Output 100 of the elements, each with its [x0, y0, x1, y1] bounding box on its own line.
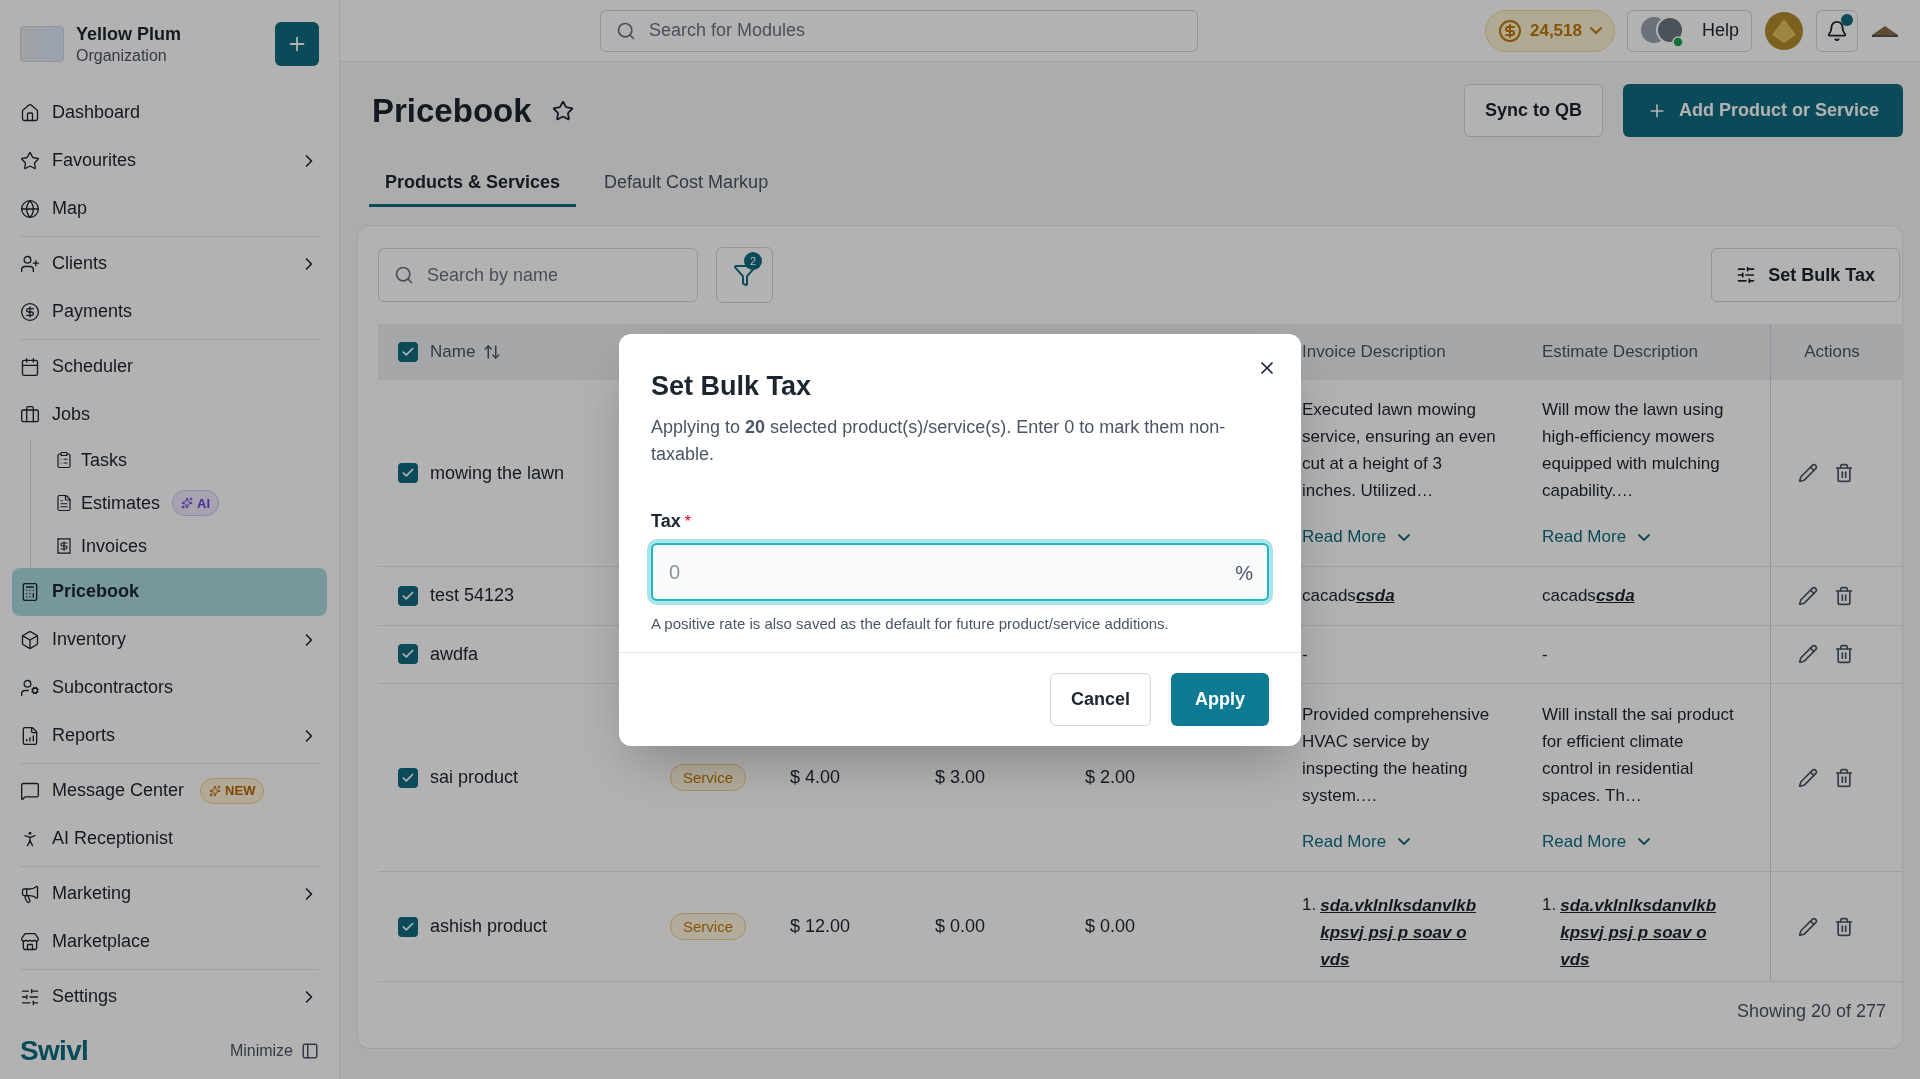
help-button[interactable]: Help	[1626, 9, 1752, 52]
sidebar-item[interactable]: Subcontractors	[12, 663, 327, 712]
checkbox[interactable]	[398, 463, 418, 483]
minimize-button[interactable]: Minimize	[229, 1039, 319, 1064]
sidebar-subitem[interactable]: Estimates AI	[55, 481, 319, 525]
price-cell: $ 0.00	[935, 916, 986, 936]
edit-icon[interactable]	[1798, 585, 1818, 606]
sidebar-item[interactable]: Jobs	[12, 390, 327, 439]
description-link[interactable]: csda	[1595, 586, 1635, 605]
sidebar-label: Marketing	[52, 882, 132, 906]
product-name: awdfa	[430, 643, 479, 664]
checkbox[interactable]	[398, 767, 418, 788]
read-more-link[interactable]: Read More	[1542, 524, 1651, 550]
cancel-button[interactable]: Cancel	[1049, 672, 1151, 726]
avatar-icon	[1764, 10, 1804, 51]
star-icon	[20, 150, 40, 171]
edit-icon[interactable]	[1798, 463, 1818, 483]
feature-badge: AI	[172, 490, 220, 517]
description-link[interactable]: csda	[1355, 586, 1395, 605]
user-gear-icon	[20, 677, 40, 698]
chevron-down-icon	[1398, 533, 1411, 541]
notifications-button[interactable]	[1816, 9, 1858, 52]
organization-name: Yellow Plum	[76, 23, 183, 46]
tab[interactable]: Default Cost Markup	[588, 161, 785, 207]
checkbox[interactable]	[398, 342, 418, 362]
sidebar-label: Estimates	[81, 491, 161, 515]
sidebar-item[interactable]: Payments	[12, 287, 327, 336]
panel-icon	[301, 1042, 319, 1061]
description-text: cacadscsda	[1302, 585, 1396, 607]
sidebar-label: Marketplace	[52, 930, 151, 954]
sidebar-item[interactable]: Pricebook	[12, 567, 327, 616]
apply-button[interactable]: Apply	[1171, 672, 1269, 726]
delete-icon[interactable]	[1834, 916, 1854, 937]
sidebar-item[interactable]: Settings	[12, 972, 327, 1021]
description-text: -	[1302, 643, 1309, 666]
brand-logo: Swivl	[20, 1034, 89, 1069]
clipboard-icon	[55, 451, 73, 470]
read-more-link[interactable]: Read More	[1542, 828, 1651, 855]
price-cell: $ 4.00	[790, 767, 841, 787]
column-header: Actions	[1804, 341, 1860, 364]
sidebar-item[interactable]: Marketplace	[12, 917, 327, 966]
star-icon[interactable]	[551, 99, 574, 122]
search-icon	[616, 20, 636, 41]
type-tag: Service	[670, 912, 747, 940]
delete-icon[interactable]	[1834, 644, 1854, 665]
delete-icon[interactable]	[1834, 463, 1854, 483]
sidebar-label: Payments	[52, 300, 133, 324]
cube-icon	[20, 629, 40, 650]
sidebar-subitem[interactable]: Tasks	[55, 438, 319, 482]
chevron-down-icon	[1638, 838, 1651, 845]
edit-icon[interactable]	[1798, 767, 1818, 788]
filter-icon	[732, 263, 757, 287]
filter-button[interactable]: 2	[716, 247, 773, 303]
delete-icon[interactable]	[1834, 767, 1854, 788]
add-product-button[interactable]: Add Product or Service	[1622, 84, 1903, 137]
sidebar-item[interactable]: Inventory	[12, 615, 327, 664]
description-link[interactable]: sda.vklnlksdanvlkb kpsvj psj p soav o vds	[1320, 892, 1498, 973]
add-button[interactable]	[275, 22, 319, 67]
sidebar-item[interactable]: Dashboard	[12, 88, 327, 137]
sidebar-item[interactable]: Reports	[12, 711, 327, 760]
sync-button[interactable]: Sync to QB	[1463, 84, 1603, 137]
description-link[interactable]: sda.vklnlksdanvlkb kpsvj psj p soav o vds	[1560, 892, 1738, 973]
tab[interactable]: Products & Services	[369, 161, 577, 207]
sidebar-item[interactable]: AI Receptionist	[12, 814, 327, 863]
read-more-link[interactable]: Read More	[1302, 524, 1411, 550]
delete-icon[interactable]	[1834, 585, 1854, 606]
sidebar-item[interactable]: Favourites	[12, 136, 327, 185]
module-search-field[interactable]: Search for Modules	[600, 9, 1198, 52]
coin-icon	[1497, 18, 1522, 43]
user-plus-icon	[20, 253, 40, 274]
briefcase-icon	[20, 404, 40, 425]
checkbox[interactable]	[398, 644, 418, 665]
document-icon	[55, 494, 73, 513]
read-more-link[interactable]: Read More	[1302, 828, 1411, 855]
sidebar-item[interactable]: Marketing	[12, 869, 327, 918]
edit-icon[interactable]	[1798, 916, 1818, 937]
product-name: ashish product	[430, 916, 548, 936]
sort-icon[interactable]	[483, 343, 502, 361]
sidebar-item[interactable]: Message Center NEW	[12, 766, 327, 815]
bulk-tax-button[interactable]: Set Bulk Tax	[1711, 248, 1900, 302]
required-mark: *	[684, 511, 691, 532]
sidebar-item[interactable]: Clients	[12, 239, 327, 288]
checkbox[interactable]	[398, 585, 418, 606]
search-icon	[394, 265, 414, 285]
store-icon	[20, 931, 40, 952]
sidebar-label: Invoices	[81, 534, 148, 558]
checkbox[interactable]	[398, 916, 418, 937]
sidebar-label: Subcontractors	[52, 676, 174, 700]
chevron-down-icon	[1589, 27, 1602, 34]
edit-icon[interactable]	[1798, 644, 1818, 665]
document-icon	[20, 725, 40, 746]
sidebar-label: Message Center	[52, 779, 185, 803]
sidebar-label: Favourites	[52, 149, 137, 173]
receipt-icon	[55, 537, 73, 556]
sidebar-subitem[interactable]: Invoices	[55, 524, 319, 568]
sidebar-item[interactable]: Scheduler	[12, 342, 327, 391]
chevron-down-icon	[1638, 533, 1651, 541]
name-search-field[interactable]: Search by name	[378, 248, 698, 302]
megaphone-icon	[20, 883, 40, 904]
sidebar-item[interactable]: Map	[12, 184, 327, 233]
